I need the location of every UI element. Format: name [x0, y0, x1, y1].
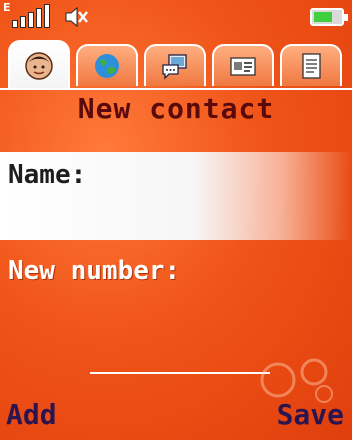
- name-field[interactable]: [8, 196, 338, 234]
- tab-globe[interactable]: [76, 44, 138, 86]
- battery-icon: [310, 8, 348, 26]
- battery-level-fill: [314, 12, 332, 22]
- add-softkey[interactable]: Add: [6, 398, 57, 431]
- tab-person[interactable]: [8, 40, 70, 90]
- address-icon: [230, 57, 256, 76]
- tab-chat[interactable]: [144, 44, 206, 86]
- tab-address[interactable]: [212, 44, 274, 86]
- chat-icon: [162, 54, 187, 80]
- signal-bars-icon: [12, 4, 50, 28]
- save-softkey[interactable]: Save: [277, 398, 344, 431]
- note-icon: [302, 53, 321, 79]
- name-label: Name:: [8, 160, 87, 190]
- globe-icon: [95, 54, 119, 78]
- page-title: New contact: [77, 92, 275, 125]
- tab-note[interactable]: [280, 44, 342, 86]
- tab-bar: [8, 40, 348, 90]
- tab-divider: [0, 88, 352, 90]
- network-type-label: E: [3, 1, 11, 14]
- status-bar: E: [0, 0, 352, 34]
- speaker-muted-icon: [65, 6, 88, 28]
- person-icon: [25, 52, 53, 80]
- number-label: New number:: [8, 256, 181, 286]
- input-underline: [90, 372, 270, 374]
- number-field[interactable]: [8, 292, 338, 332]
